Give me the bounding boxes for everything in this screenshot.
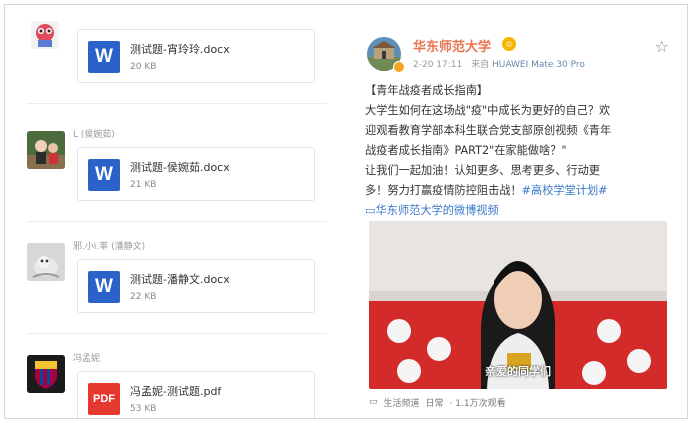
file-size: 20 KB xyxy=(130,62,157,72)
vip-icon: ♔ xyxy=(502,37,516,51)
post-time[interactable]: 2-20 17:11 xyxy=(413,60,462,70)
post-text-line: 战疫者成长指南》PART2"在家能做啥？" xyxy=(365,144,567,157)
message-divider xyxy=(27,221,327,222)
video-subtitle: 亲爱的同学们 xyxy=(485,365,551,378)
chat-message: 邪.小i.莘 (潘静文) W 测试题-潘静文.docx 22 KB xyxy=(5,235,345,331)
poster-name[interactable]: 华东师范大学 xyxy=(413,36,491,55)
post-text-line: 大学生如何在这场战"疫"中成长为更好的自己？欢 xyxy=(365,104,611,117)
file-size: 53 KB xyxy=(130,404,157,414)
file-name: 测试题-侯婉茹.docx xyxy=(130,161,230,174)
pdf-file-icon: PDF xyxy=(88,383,120,415)
chat-message: 冯孟妮 PDF 冯孟妮-测试题.pdf 53 KB xyxy=(5,347,345,418)
word-file-icon: W xyxy=(88,41,120,73)
post-meta: 2-20 17:11 来自 HUAWEI Mate 30 Pro xyxy=(413,57,585,70)
video-link[interactable]: 华东师范大学的微博视频 xyxy=(376,204,499,217)
sender-name: L (侯婉茹) xyxy=(73,130,115,140)
file-card[interactable]: PDF 冯孟妮-测试题.pdf 53 KB xyxy=(77,371,315,418)
favorite-star-icon[interactable]: ☆ xyxy=(655,37,669,56)
post-text-line: 迎观看教育学部本科生联合党支部原创视频《青年 xyxy=(365,124,612,137)
video-tag[interactable]: 日常 xyxy=(426,396,444,409)
post-source[interactable]: HUAWEI Mate 30 Pro xyxy=(492,60,585,70)
screenshot-frame: W 测试题-宵玲玲.docx 20 KB L (侯婉茹) W 测试题-侯婉茹.d… xyxy=(4,4,688,419)
post-text-line: ▭华东师范大学的微博视频 xyxy=(365,201,677,221)
video-channel-icon: ▭ xyxy=(369,397,378,407)
chat-panel: W 测试题-宵玲玲.docx 20 KB L (侯婉茹) W 测试题-侯婉茹.d… xyxy=(5,5,345,418)
post-text-line: 【青年战疫者成长指南】 xyxy=(365,84,489,97)
weibo-post: 华东师范大学 ♔ 2-20 17:11 来自 HUAWEI Mate 30 Pr… xyxy=(359,19,683,417)
source-prefix: 来自 xyxy=(471,60,490,70)
verified-badge-icon xyxy=(393,61,405,73)
video-views: · 1.1万次观看 xyxy=(449,398,506,409)
hashtag-link[interactable]: #高校学堂计划# xyxy=(522,184,608,197)
file-name: 测试题-宵玲玲.docx xyxy=(130,43,230,56)
post-text-plain: 多！努力打赢疫情防控阻击战！ xyxy=(365,184,522,197)
file-name: 冯孟妮-测试题.pdf xyxy=(130,385,222,398)
sender-name: 邪.小i.莘 (潘静文) xyxy=(73,242,146,252)
avatar[interactable] xyxy=(27,131,65,169)
message-divider xyxy=(27,103,327,104)
video-thumbnail[interactable]: 亲爱的同学们 xyxy=(369,221,667,389)
chat-message: L (侯婉茹) W 测试题-侯婉茹.docx 21 KB xyxy=(5,123,345,219)
video-category[interactable]: 生活频道 xyxy=(384,396,420,409)
file-name: 测试题-潘静文.docx xyxy=(130,273,230,286)
sender-name: 冯孟妮 xyxy=(73,354,101,364)
word-file-icon: W xyxy=(88,271,120,303)
video-link-icon[interactable]: ▭ xyxy=(365,204,376,217)
post-text-line: 多！努力打赢疫情防控阻击战！#高校学堂计划# xyxy=(365,181,677,201)
avatar[interactable] xyxy=(27,243,65,281)
post-text: 【青年战疫者成长指南】 大学生如何在这场战"疫"中成长为更好的自己？欢 迎观看教… xyxy=(365,81,677,221)
avatar[interactable] xyxy=(31,21,59,49)
message-divider xyxy=(27,333,327,334)
word-file-icon: W xyxy=(88,159,120,191)
chat-message: W 测试题-宵玲玲.docx 20 KB xyxy=(5,5,345,89)
file-card[interactable]: W 测试题-侯婉茹.docx 21 KB xyxy=(77,147,315,201)
video-footer: ▭ 生活频道 日常 · 1.1万次观看 xyxy=(369,391,667,413)
file-card[interactable]: W 测试题-宵玲玲.docx 20 KB xyxy=(77,29,315,83)
file-size: 21 KB xyxy=(130,180,157,190)
file-size: 22 KB xyxy=(130,292,157,302)
post-text-line: 让我们一起加油！认知更多、思考更多、行动更 xyxy=(365,164,600,177)
avatar[interactable] xyxy=(27,355,65,393)
file-card[interactable]: W 测试题-潘静文.docx 22 KB xyxy=(77,259,315,313)
